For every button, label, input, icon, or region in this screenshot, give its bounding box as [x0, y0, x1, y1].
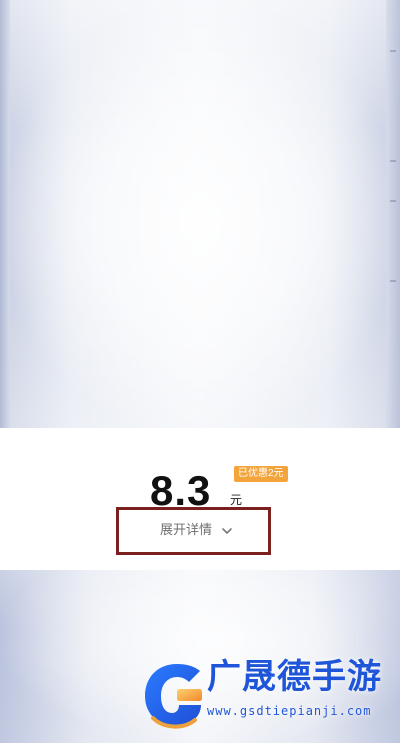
bottom-blurred-content — [0, 570, 400, 743]
top-blurred-content — [0, 0, 400, 428]
expand-details-button[interactable]: 展开详情 — [154, 520, 240, 542]
left-edge-shadow — [0, 0, 10, 428]
chevron-down-icon — [220, 524, 234, 538]
price-unit: 元 — [230, 493, 243, 507]
discount-badge: 已优惠2元 — [234, 466, 288, 482]
price-amount: 8.3 — [150, 467, 212, 514]
expand-details-label: 展开详情 — [160, 523, 213, 538]
right-edge-markers — [390, 40, 398, 390]
